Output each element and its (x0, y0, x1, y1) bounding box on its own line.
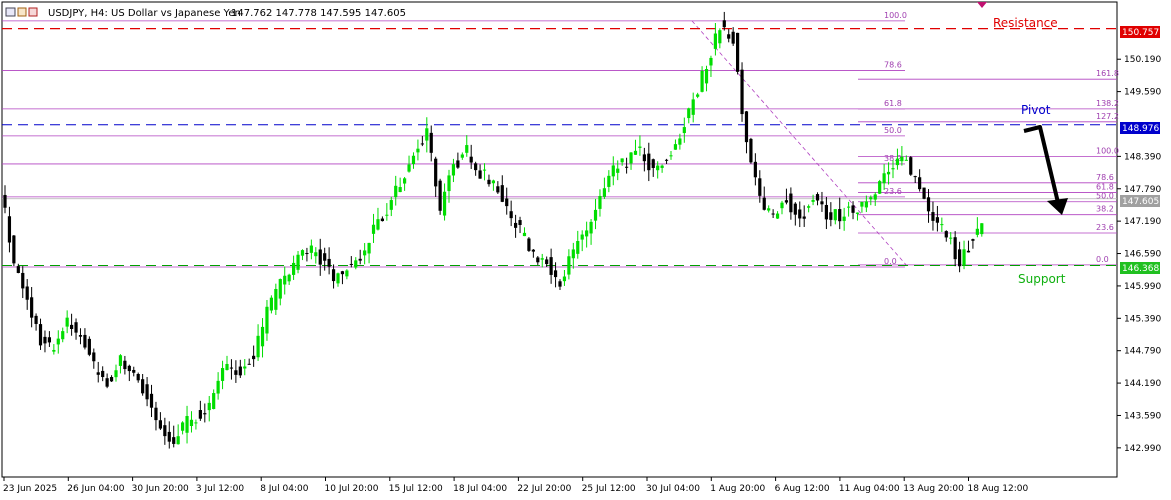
y-tick-label: 147.190 (1124, 217, 1161, 227)
x-tick-label: 10 Jul 20:00 (325, 484, 379, 494)
fib-expansion-label: 100.0 (1096, 146, 1119, 155)
y-tick-label: 149.590 (1124, 88, 1161, 98)
candle (527, 237, 531, 252)
svg-text:146.368: 146.368 (1122, 264, 1159, 274)
candle (749, 137, 753, 164)
x-tick-label: 1 Aug 20:00 (710, 484, 765, 494)
fib-expansion-label: 61.8 (1096, 183, 1114, 192)
fib-expansion-label: 138.2 (1096, 99, 1119, 108)
resistance-price-tag: 150.757 (1120, 26, 1160, 38)
symbol-menu-icon[interactable] (5, 7, 16, 17)
chart-title: USDJPY, H4: US Dollar vs Japanese Yen (48, 8, 241, 19)
y-tick-label: 144.790 (1124, 347, 1161, 357)
plot-area-frame (1, 1, 1118, 478)
y-tick-label: 142.990 (1124, 444, 1161, 454)
y-tick-label: 144.190 (1124, 379, 1161, 389)
fib-expansion-label: 161.8 (1096, 69, 1119, 78)
fib-expansion-label: 78.6 (1096, 173, 1114, 182)
y-tick-label: 145.390 (1124, 314, 1161, 324)
svg-text:148.976: 148.976 (1122, 124, 1159, 134)
x-tick-label: 23 Jun 2025 (3, 484, 57, 494)
indicator-icon[interactable] (28, 7, 38, 17)
x-tick-label: 22 Jul 20:00 (517, 484, 571, 494)
candle (12, 234, 16, 267)
candle (878, 179, 882, 194)
y-tick-label: 143.590 (1124, 411, 1161, 421)
fib-retracement-label: 23.6 (884, 187, 902, 196)
pivot-label[interactable]: Pivot (1021, 103, 1051, 117)
chart-ohlc: 147.762 147.778 147.595 147.605 (231, 8, 406, 19)
y-tick-label: 147.790 (1124, 185, 1161, 195)
y-tick-label: 150.190 (1124, 55, 1161, 65)
x-tick-label: 11 Aug 04:00 (839, 484, 900, 494)
fib-retracement-label: 50.0 (884, 126, 902, 135)
resistance-label[interactable]: Resistance (993, 16, 1058, 30)
fib-expansion-label: 0.0 (1096, 255, 1109, 264)
price-axis[interactable]: 150.190 149.590 148.390 147.790 147.190 146.5… (1117, 55, 1161, 454)
candle (438, 178, 442, 215)
fib-retracement-label: 100.0 (884, 11, 907, 20)
fib-retracement-label: 78.6 (884, 61, 902, 70)
support-price-tag: 146.368 (1120, 262, 1160, 274)
fib-expansion-label: 127.2 (1096, 112, 1119, 121)
fib-retracement-label: 61.8 (884, 99, 902, 108)
x-tick-label: 15 Jul 12:00 (389, 484, 443, 494)
x-tick-label: 18 Aug 12:00 (968, 484, 1029, 494)
x-tick-label: 8 Jul 04:00 (260, 484, 309, 494)
fib-expansion-label: 38.2 (1096, 205, 1114, 214)
svg-text:150.757: 150.757 (1122, 28, 1159, 38)
svg-text:147.605: 147.605 (1122, 197, 1159, 207)
x-tick-label: 30 Jun 20:00 (132, 484, 189, 494)
y-tick-label: 145.990 (1124, 282, 1161, 292)
candle (87, 336, 91, 357)
fib-expansion-label: 50.0 (1096, 192, 1114, 201)
candle (909, 156, 913, 176)
fib-expansion-label: 23.6 (1096, 223, 1114, 232)
support-label[interactable]: Support (1018, 272, 1066, 286)
current-price-tag: 147.605 (1120, 195, 1160, 207)
pivot-price-tag: 148.976 (1120, 122, 1160, 134)
x-tick-label: 6 Aug 12:00 (775, 484, 830, 494)
x-tick-label: 25 Jul 12:00 (582, 484, 636, 494)
chart-type-icon[interactable] (17, 7, 27, 17)
x-tick-label: 13 Aug 20:00 (903, 484, 964, 494)
chart-canvas: USDJPY, H4: US Dollar vs Japanese Yen 14… (1, 1, 1161, 494)
x-tick-label: 26 Jun 04:00 (67, 484, 124, 494)
y-tick-label: 146.590 (1124, 250, 1161, 260)
y-tick-label: 148.390 (1124, 152, 1161, 162)
time-axis[interactable]: 23 Jun 2025 26 Jun 04:00 30 Jun 20:00 3 Jul… (3, 477, 1028, 494)
candle (922, 187, 926, 200)
candle (736, 32, 740, 75)
x-tick-label: 30 Jul 04:00 (646, 484, 700, 494)
x-tick-label: 3 Jul 12:00 (196, 484, 245, 494)
x-tick-label: 18 Jul 04:00 (453, 484, 507, 494)
candle (740, 62, 744, 122)
